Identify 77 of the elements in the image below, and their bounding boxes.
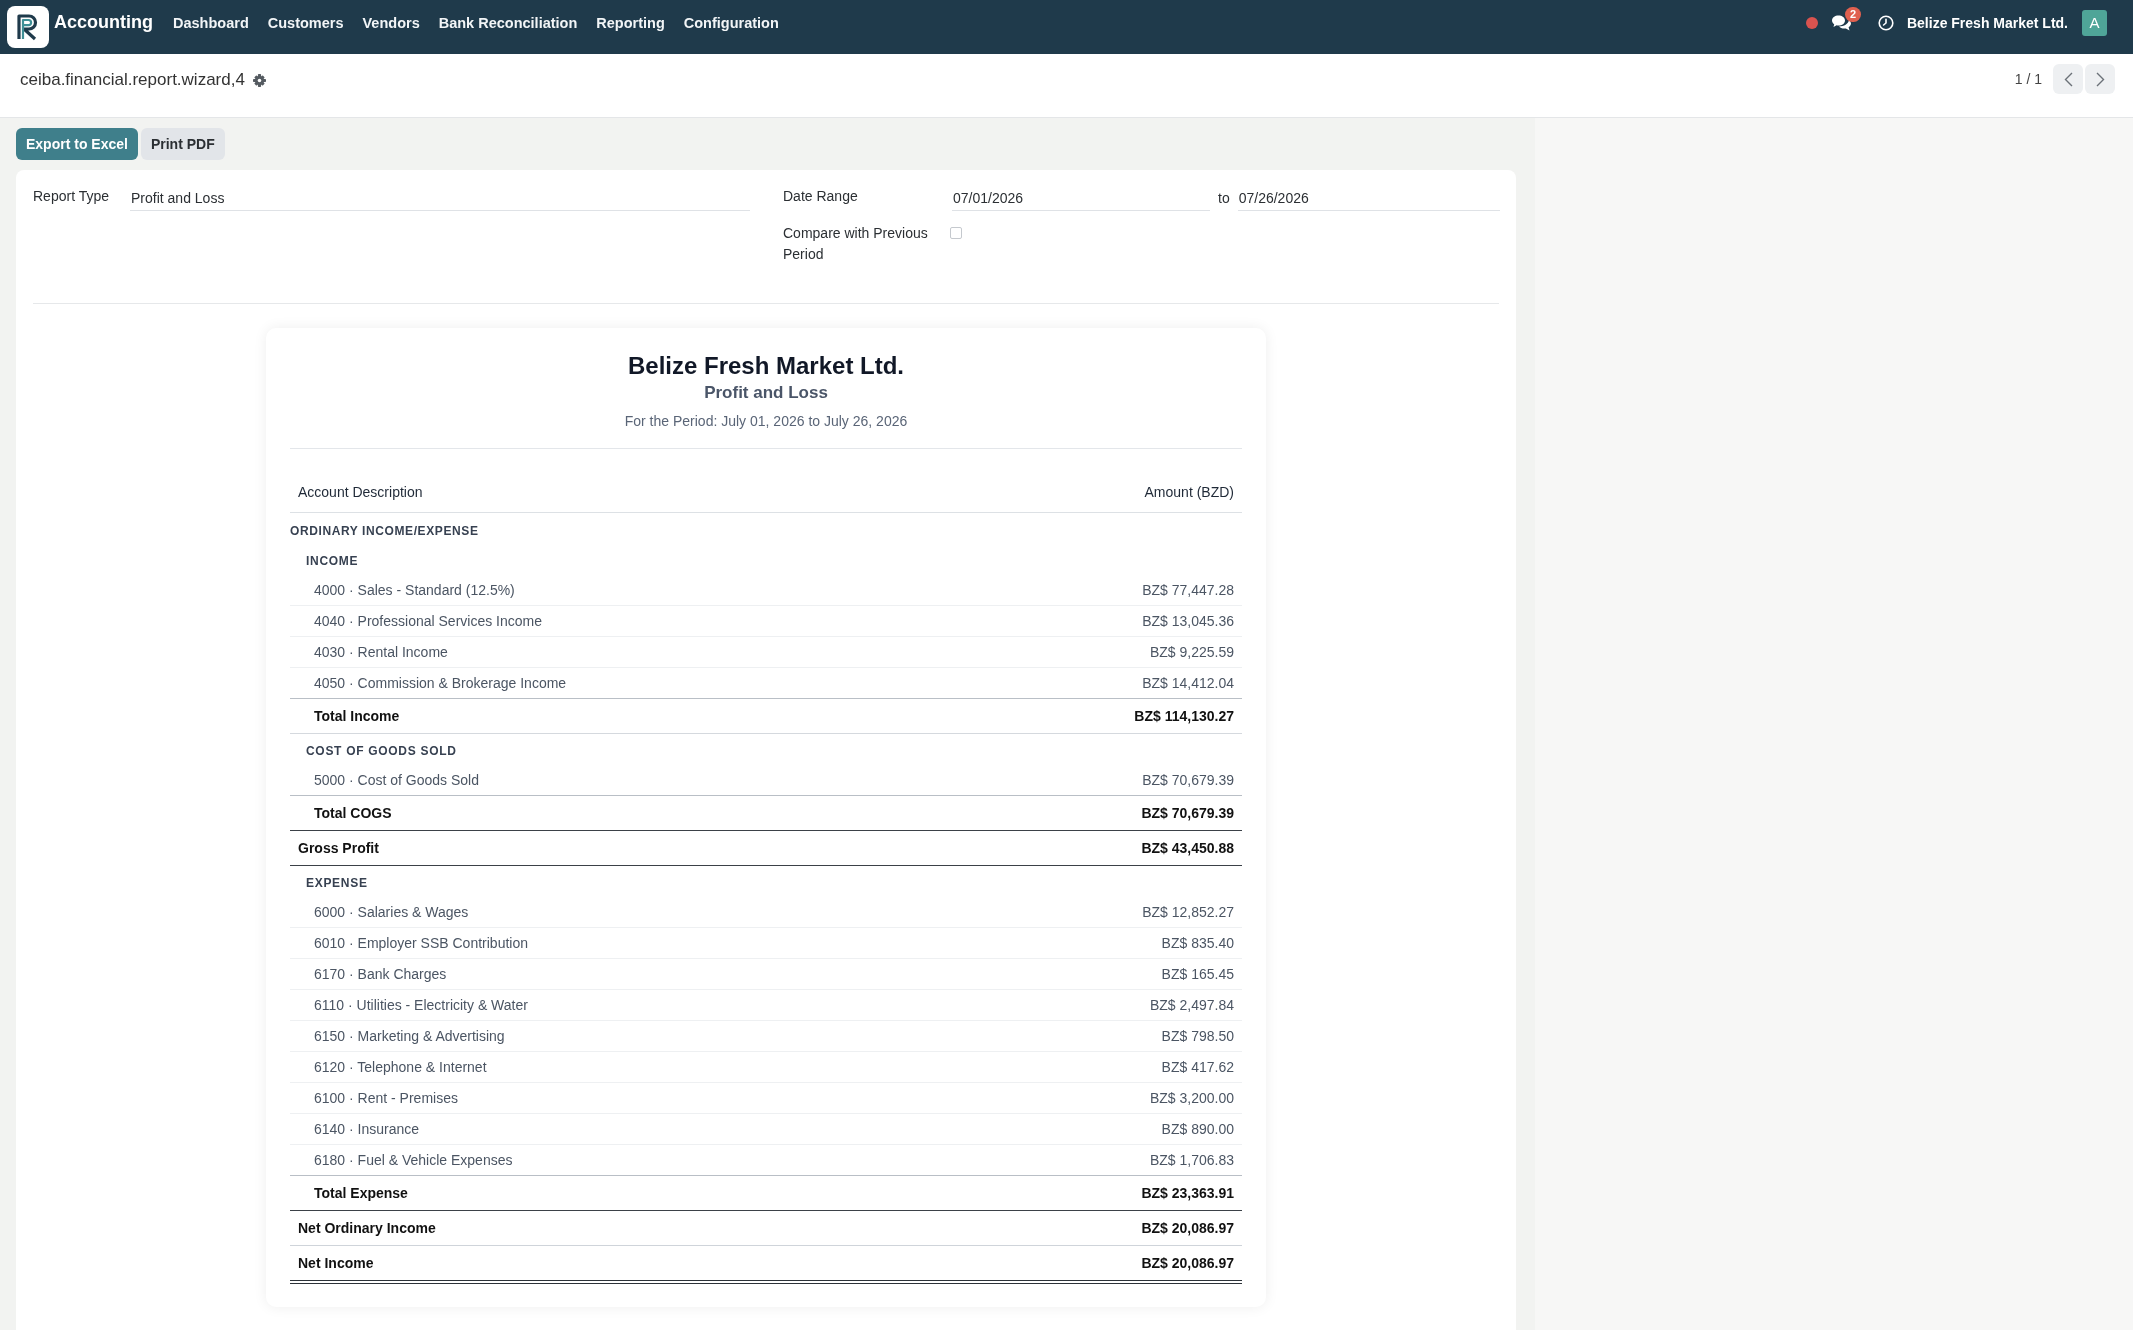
chevron-left-icon	[2063, 71, 2073, 87]
account-name: 6150 · Marketing & Advertising	[314, 1028, 505, 1044]
menu-item[interactable]: Customers	[267, 14, 344, 31]
group-heading: EXPENSE	[306, 875, 368, 890]
total-amount: BZ$ 20,086.97	[1141, 1220, 1234, 1236]
amount-value: BZ$ 417.62	[1161, 1059, 1234, 1075]
chat-icon[interactable]	[1830, 13, 1852, 32]
total-label: Net Ordinary Income	[298, 1220, 436, 1236]
status-dot-icon	[1805, 16, 1818, 29]
amount-value: BZ$ 835.40	[1161, 935, 1234, 951]
menu-item[interactable]: Reporting	[596, 14, 665, 31]
amount-value: BZ$ 1,706.83	[1149, 1152, 1234, 1168]
logo-icon[interactable]	[7, 6, 49, 48]
amount-value: BZ$ 2,497.84	[1149, 997, 1234, 1013]
account-name: 6000 · Salaries & Wages	[314, 904, 469, 920]
field-label: Compare with Previous Period	[783, 224, 929, 264]
account-name: 6180 · Fuel & Vehicle Expenses	[314, 1152, 513, 1168]
export-excel-button[interactable]: Export to Excel	[16, 128, 138, 160]
report-period: For the Period: July 01, 2026 to July 26, 2026	[624, 412, 908, 431]
menu-item[interactable]: Vendors	[362, 14, 420, 31]
amount-value: BZ$ 890.00	[1161, 1121, 1234, 1137]
amount-value: BZ$ 9,225.59	[1149, 644, 1234, 660]
account-name: 6170 · Bank Charges	[314, 966, 447, 982]
menu-item[interactable]: Dashboard	[173, 14, 249, 31]
amount-value: BZ$ 798.50	[1161, 1028, 1234, 1044]
menu-item[interactable]: Bank Reconciliation	[438, 14, 578, 31]
amount-value: BZ$ 3,200.00	[1149, 1090, 1234, 1106]
field-label: Report Type	[33, 187, 110, 206]
amount-value: BZ$ 13,045.36	[1142, 613, 1234, 629]
net-income-amount: BZ$ 20,086.97	[1141, 1255, 1234, 1271]
subtotal-label: Total Income	[314, 708, 400, 724]
amount-value: BZ$ 70,679.39	[1142, 772, 1234, 788]
range-separator: to	[1218, 189, 1230, 208]
account-name: 6120 · Telephone & Internet	[314, 1059, 487, 1075]
account-name: 4030 · Rental Income	[314, 644, 448, 660]
group-heading: INCOME	[306, 553, 359, 568]
report-title: Profit and Loss	[704, 382, 828, 404]
account-name: 5000 · Cost of Goods Sold	[314, 772, 479, 788]
account-name: 4000 · Sales - Standard (12.5%)	[314, 582, 515, 598]
subtotal-label: Total Expense	[314, 1185, 408, 1201]
total-label: Gross Profit	[298, 840, 379, 856]
account-name: 6100 · Rent - Premises	[314, 1090, 458, 1106]
subtotal-label: Total COGS	[314, 805, 392, 821]
company-switcher[interactable]: Belize Fresh Market Ltd.	[1906, 14, 2068, 31]
clock-icon[interactable]	[1877, 14, 1894, 31]
amount-value: BZ$ 12,852.27	[1142, 904, 1234, 920]
pager-counter: 1 / 1	[2014, 71, 2042, 87]
date-field[interactable]: 07/26/2026	[1237, 185, 1500, 211]
net-income-label: Net Income	[298, 1255, 374, 1271]
field-label: Date Range	[783, 187, 859, 206]
message-count-badge: 2	[1844, 6, 1862, 22]
report-type-field[interactable]: Profit and Loss	[130, 185, 750, 211]
subtotal-amount: BZ$ 23,363.91	[1141, 1185, 1234, 1201]
menu-item[interactable]: Configuration	[683, 14, 779, 31]
chevron-right-icon	[2095, 71, 2105, 87]
section-heading: ORDINARY INCOME/EXPENSE	[290, 523, 479, 538]
compare-checkbox[interactable]	[950, 227, 962, 239]
account-name: 6140 · Insurance	[314, 1121, 420, 1137]
amount-value: BZ$ 165.45	[1161, 966, 1234, 982]
date-field[interactable]: 07/01/2026	[952, 185, 1210, 211]
column-header: Amount (BZD)	[1144, 483, 1234, 500]
amount-value: BZ$ 77,447.28	[1142, 582, 1234, 598]
account-name: 6110 · Utilities - Electricity & Water	[314, 997, 528, 1013]
total-amount: BZ$ 43,450.88	[1141, 840, 1234, 856]
group-heading: COST OF GOODS SOLD	[306, 743, 457, 758]
account-name: 6010 · Employer SSB Contribution	[314, 935, 528, 951]
amount-value: BZ$ 14,412.04	[1142, 675, 1234, 691]
settings-gear-icon[interactable]	[252, 73, 266, 87]
app-name[interactable]: Accounting	[54, 12, 153, 33]
account-name: 4040 · Professional Services Income	[314, 613, 542, 629]
account-name: 4050 · Commission & Brokerage Income	[314, 675, 567, 691]
record-title: ceiba.financial.report.wizard,4	[20, 70, 245, 90]
report-company: Belize Fresh Market Ltd.	[627, 351, 905, 381]
print-pdf-button[interactable]: Print PDF	[140, 128, 225, 160]
subtotal-amount: BZ$ 70,679.39	[1141, 805, 1234, 821]
column-header: Account Description	[298, 483, 423, 500]
subtotal-amount: BZ$ 114,130.27	[1134, 708, 1234, 724]
